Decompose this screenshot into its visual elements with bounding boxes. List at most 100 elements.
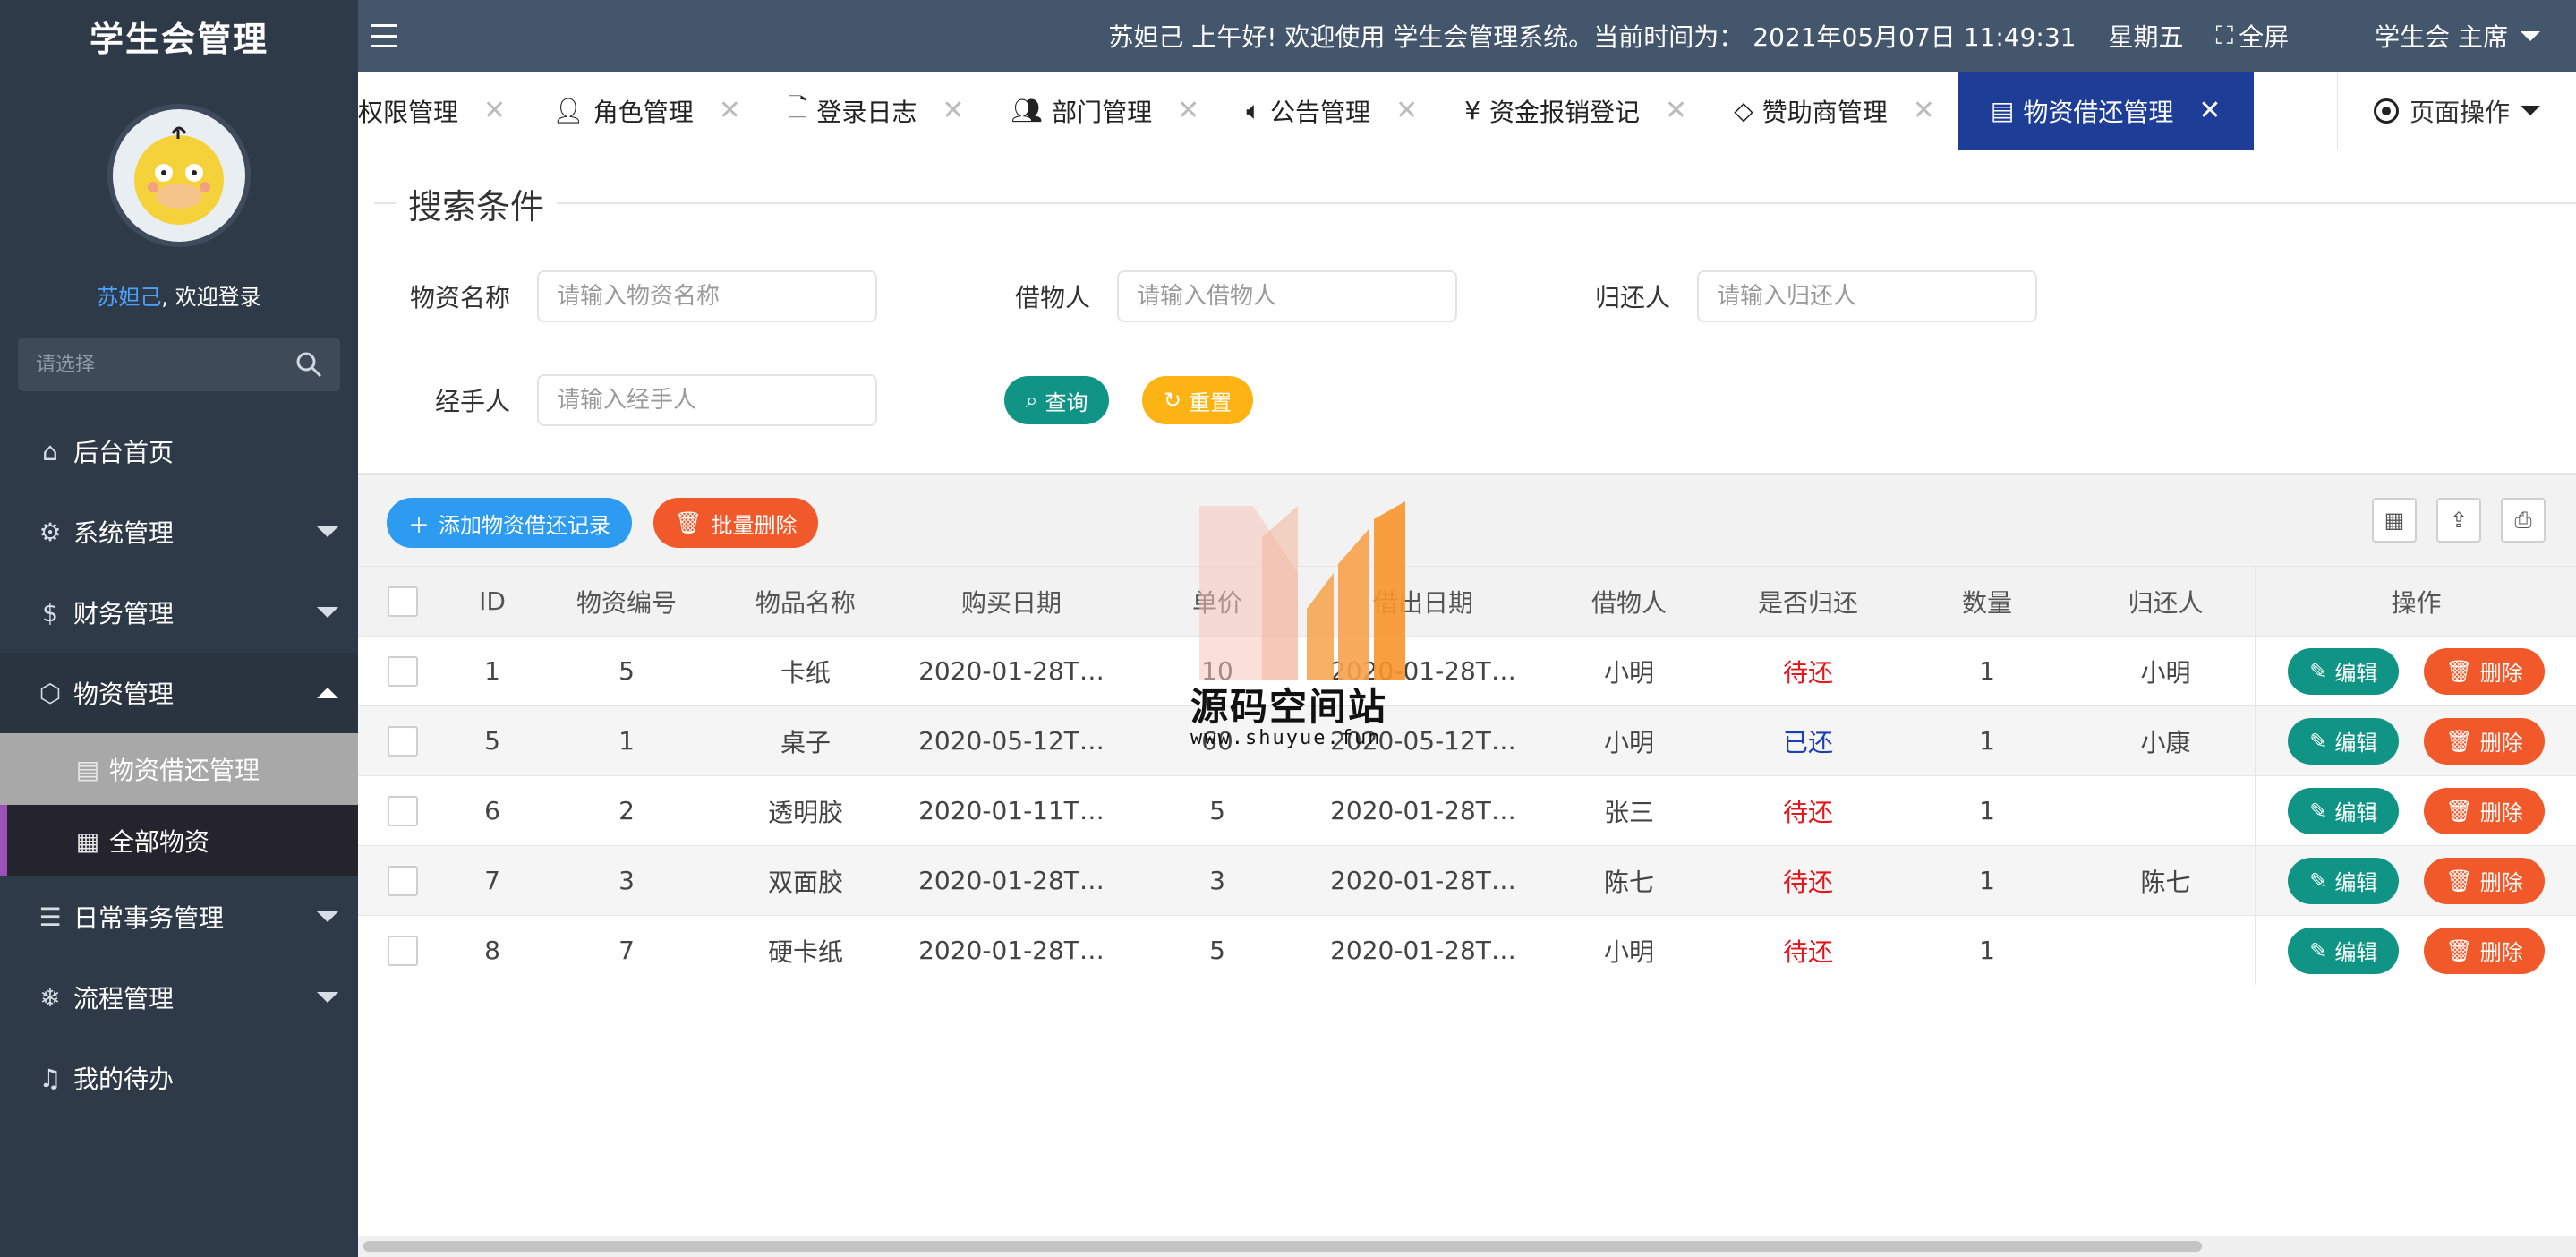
tab-borrow-return[interactable]: ▤ 物资借还管理 ✕: [1958, 72, 2254, 150]
avatar[interactable]: [107, 104, 251, 247]
tab-permissions[interactable]: 权限管理 ✕: [358, 72, 529, 150]
fullscreen-button[interactable]: ⛶ 全屏: [2215, 18, 2289, 54]
close-icon[interactable]: ✕: [2198, 95, 2221, 126]
menu-toggle-icon[interactable]: [371, 24, 397, 47]
close-icon[interactable]: ✕: [1665, 95, 1687, 126]
sidebar-subitem-borrow-return[interactable]: ▤ 物资借还管理: [0, 733, 358, 805]
topbar: 苏妲己 上午好! 欢迎使用 学生会管理系统。当前时间为： 2021年05月07日…: [358, 0, 2576, 72]
tab-departments[interactable]: 👥︎ 部门管理 ✕: [988, 72, 1224, 150]
reset-button[interactable]: ↻ 重置: [1142, 376, 1254, 424]
grid-icon: ▦: [75, 825, 100, 856]
tab-login-log[interactable]: 🗋︎ 登录日志 ✕: [764, 72, 988, 150]
user-name[interactable]: 苏妲己: [97, 285, 161, 310]
cell-borrower: 小明: [1540, 915, 1719, 986]
chevron-down-icon: [317, 526, 338, 537]
tab-sponsors[interactable]: ◇ 赞助商管理 ✕: [1710, 72, 1958, 150]
chevron-down-icon: [317, 911, 338, 922]
row-checkbox[interactable]: [388, 866, 418, 896]
cell-price: 3: [1128, 845, 1307, 916]
row-checkbox[interactable]: [388, 656, 418, 687]
column-header[interactable]: 购买日期: [895, 566, 1128, 637]
sidebar-item-label: 我的待办: [73, 1065, 175, 1094]
cell-code: 1: [537, 705, 716, 776]
column-header[interactable]: 归还人: [2077, 566, 2256, 637]
table-row[interactable]: 7 3 双面胶 2020-01-28T… 3 2020-01-28T… 陈七 待…: [358, 845, 2576, 916]
batch-delete-button[interactable]: 🗑︎ 批量删除: [653, 498, 819, 548]
tab-roles[interactable]: 👤︎ 角色管理 ✕: [529, 72, 764, 150]
sidebar-item-materials[interactable]: ⬡ 物资管理: [0, 653, 358, 733]
search-icon: ⌕: [1026, 388, 1038, 413]
search-icon[interactable]: [295, 351, 322, 378]
borrow-return-table: ID 物资编号 物品名称 购买日期 单价 借出日期 借物人 是否归还 数量 归还…: [358, 566, 2576, 986]
edit-button[interactable]: ✎ 编辑: [2288, 787, 2400, 834]
column-header[interactable]: 借物人: [1540, 566, 1719, 637]
delete-button[interactable]: 🗑︎ 删除: [2424, 787, 2545, 834]
edit-label: 编辑: [2334, 800, 2378, 825]
sidebar-item-process[interactable]: ❄ 流程管理: [0, 957, 358, 1038]
cell-id: 6: [448, 775, 537, 846]
delete-button[interactable]: 🗑︎ 删除: [2424, 717, 2545, 765]
tab-announcements[interactable]: 🔈︎ 公告管理 ✕: [1223, 72, 1441, 150]
sidebar-item-finance[interactable]: $ 财务管理: [0, 572, 358, 653]
close-icon[interactable]: ✕: [483, 95, 506, 126]
row-checkbox[interactable]: [388, 796, 418, 826]
row-checkbox[interactable]: [388, 936, 418, 967]
sidebar-item-label: 系统管理: [73, 518, 175, 548]
delete-button[interactable]: 🗑︎ 删除: [2424, 857, 2545, 904]
sidebar-search[interactable]: [18, 338, 340, 391]
close-icon[interactable]: ✕: [1913, 95, 1935, 126]
table-row[interactable]: 1 5 卡纸 2020-01-28T… 10 2020-01-28T… 小明 待…: [358, 636, 2576, 706]
table-row[interactable]: 6 2 透明胶 2020-01-11T… 5 2020-01-28T… 张三 待…: [358, 775, 2576, 846]
material-name-input[interactable]: [537, 270, 877, 322]
print-icon[interactable]: ⎙: [2501, 498, 2546, 543]
select-all-checkbox[interactable]: [388, 586, 418, 617]
pencil-icon: ✎: [2309, 937, 2328, 963]
sidebar-item-daily[interactable]: ☰ 日常事务管理: [0, 876, 358, 957]
cell-actions: ✎ 编辑 🗑︎ 删除: [2255, 775, 2576, 846]
close-icon[interactable]: ✕: [719, 95, 741, 126]
chevron-down-icon: [2521, 106, 2540, 115]
export-icon[interactable]: ⇪: [2436, 498, 2481, 543]
close-icon[interactable]: ✕: [942, 95, 964, 126]
returner-input[interactable]: [1697, 270, 2037, 322]
close-icon[interactable]: ✕: [1395, 95, 1418, 126]
sidebar-search-input[interactable]: [36, 353, 286, 376]
column-header[interactable]: 数量: [1898, 566, 2077, 637]
edit-button[interactable]: ✎ 编辑: [2288, 647, 2400, 695]
column-header[interactable]: ID: [448, 566, 537, 637]
edit-label: 编辑: [2334, 661, 2378, 686]
sidebar-item-home[interactable]: ⌂ 后台首页: [0, 411, 358, 492]
pencil-icon: ✎: [2309, 728, 2328, 754]
sidebar-item-system[interactable]: ⚙ 系统管理: [0, 492, 358, 572]
delete-button[interactable]: 🗑︎ 删除: [2424, 647, 2545, 695]
current-weekday: 星期五: [2108, 22, 2184, 52]
user-menu[interactable]: 学生会 主席: [2375, 18, 2540, 54]
borrower-input[interactable]: [1117, 270, 1457, 322]
table-row[interactable]: 8 7 硬卡纸 2020-01-28T… 5 2020-01-28T… 小明 待…: [358, 915, 2576, 986]
edit-button[interactable]: ✎ 编辑: [2288, 857, 2400, 904]
column-header[interactable]: 是否归还: [1719, 566, 1898, 637]
close-icon[interactable]: ✕: [1177, 95, 1199, 126]
delete-label: 删除: [2479, 940, 2523, 966]
search-panel: 搜索条件 物资名称 借物人 归还人 经手人 ⌕ 查询 ↻ 重置: [358, 150, 2576, 473]
query-button[interactable]: ⌕ 查询: [1004, 376, 1110, 424]
edit-button[interactable]: ✎ 编辑: [2288, 717, 2400, 765]
page-operations-dropdown[interactable]: 页面操作: [2336, 72, 2576, 150]
row-checkbox[interactable]: [388, 726, 418, 757]
cell-returner: 陈七: [2077, 845, 2256, 916]
sidebar-item-todo[interactable]: ♫ 我的待办: [0, 1038, 358, 1118]
column-header[interactable]: 物资编号: [537, 566, 716, 637]
handler-input[interactable]: [537, 374, 877, 426]
sidebar-subitem-all-materials[interactable]: ▦ 全部物资: [0, 805, 358, 876]
fullscreen-label: 全屏: [2239, 22, 2290, 52]
tab-reimbursement[interactable]: ¥ 资金报销登记 ✕: [1441, 72, 1710, 150]
horizontal-scrollbar[interactable]: [358, 1236, 2576, 1257]
delete-button[interactable]: 🗑︎ 删除: [2424, 927, 2545, 974]
columns-filter-icon[interactable]: ▦: [2372, 498, 2417, 543]
table-row[interactable]: 5 1 桌子 2020-05-12T… 60 2020-05-12T… 小明 已…: [358, 705, 2576, 776]
scrollbar-thumb[interactable]: [363, 1241, 2202, 1252]
add-record-button[interactable]: ＋ 添加物资借还记录: [387, 498, 632, 548]
column-header[interactable]: 物品名称: [716, 566, 895, 637]
edit-button[interactable]: ✎ 编辑: [2288, 927, 2400, 974]
pencil-icon: ✎: [2309, 798, 2328, 824]
